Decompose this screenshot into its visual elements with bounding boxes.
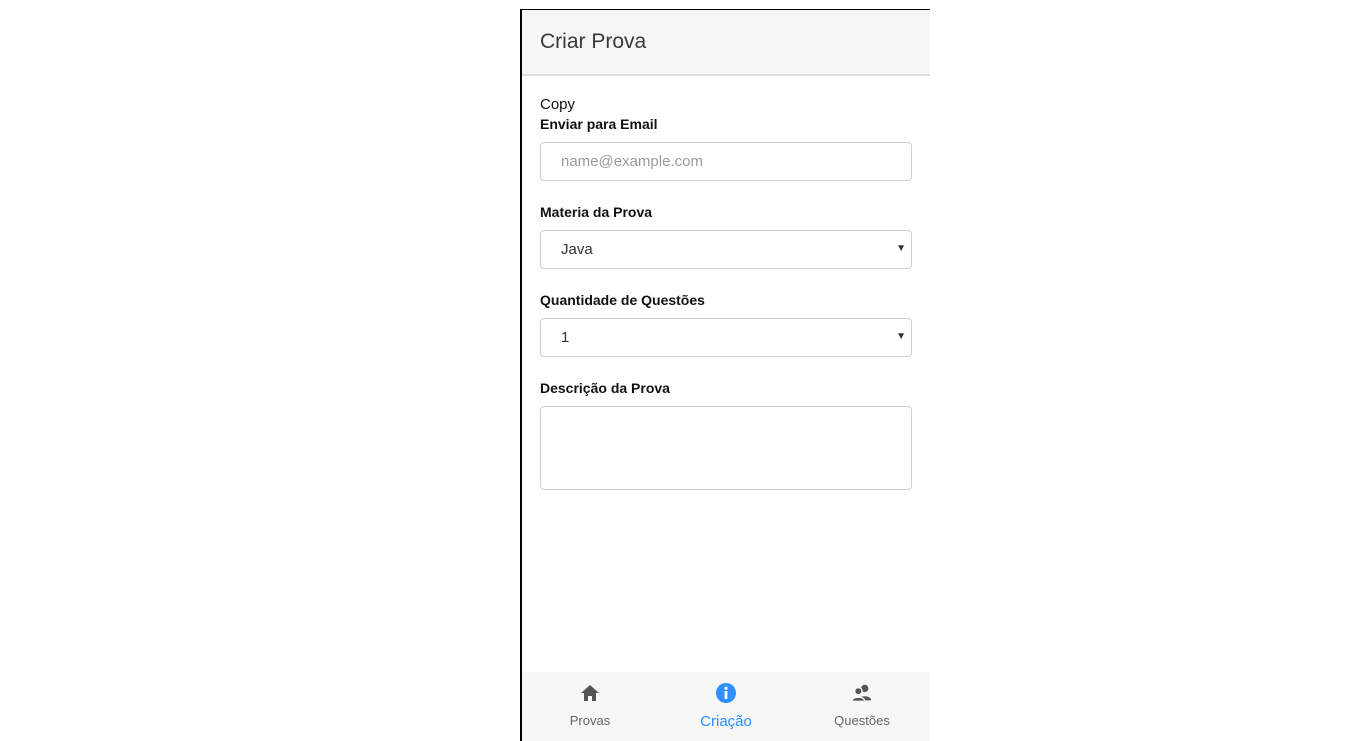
email-field[interactable] (540, 142, 912, 181)
tab-questoes[interactable]: Questões (794, 672, 930, 741)
descricao-label: Descrição da Prova (540, 380, 670, 396)
copy-text: Copy (540, 96, 576, 113)
materia-select[interactable]: Java ▼ (540, 230, 912, 269)
header: Criar Prova (522, 10, 930, 76)
chevron-down-icon: ▼ (896, 331, 906, 342)
info-icon (715, 682, 737, 704)
users-icon (851, 682, 873, 704)
home-icon (579, 682, 601, 704)
quantidade-select[interactable]: 1 ▼ (540, 318, 912, 357)
quantidade-label: Quantidade de Questões (540, 292, 705, 308)
quantidade-select-value: 1 (540, 318, 912, 357)
tab-provas[interactable]: Provas (522, 672, 658, 741)
materia-label: Materia da Prova (540, 204, 653, 220)
email-label: Enviar para Email (540, 116, 658, 132)
tab-criacao-label: Criação (700, 713, 752, 730)
tab-bar: Provas Criação Questões (522, 672, 930, 741)
form: Copy Enviar para Email Materia da Prova … (522, 96, 930, 490)
tab-questoes-label: Questões (834, 713, 890, 728)
app-frame: Criar Prova Copy Enviar para Email Mater… (520, 9, 930, 741)
descricao-textarea[interactable] (540, 406, 912, 490)
tab-criacao[interactable]: Criação (658, 672, 794, 741)
materia-select-value: Java (540, 230, 912, 269)
tab-provas-label: Provas (569, 713, 611, 728)
chevron-down-icon: ▼ (896, 243, 906, 254)
page-title: Criar Prova (540, 30, 647, 53)
